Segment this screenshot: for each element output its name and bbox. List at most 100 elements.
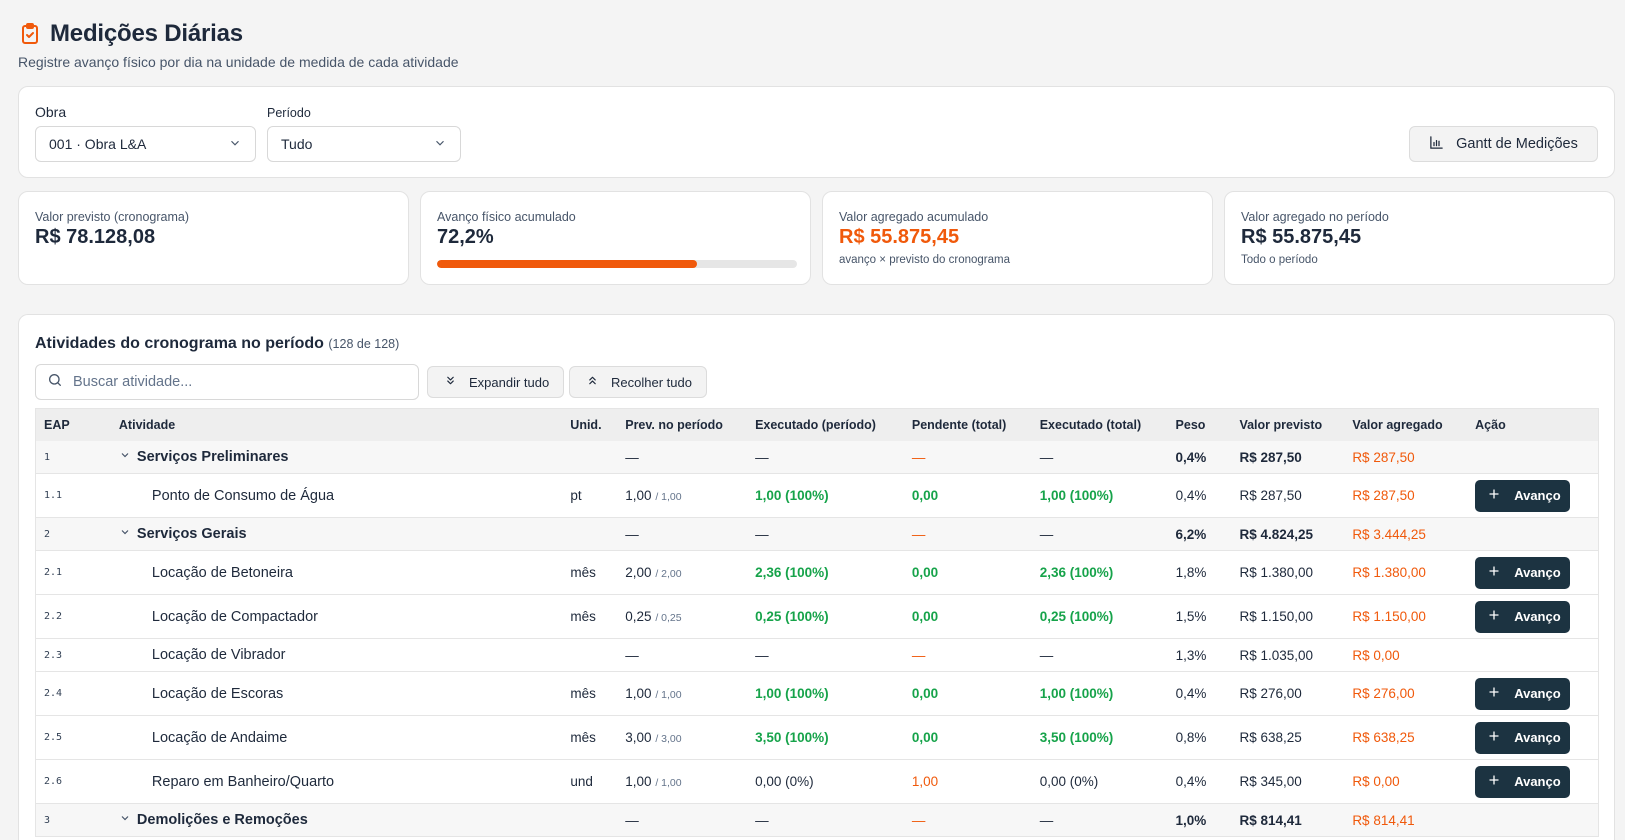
gantt-button[interactable]: Gantt de Medições xyxy=(1409,126,1598,162)
planned-value-cell: R$ 1.035,00 xyxy=(1239,647,1314,663)
avanco-button[interactable]: Avanço xyxy=(1475,765,1571,798)
unit-cell: mês xyxy=(570,730,596,745)
search-icon xyxy=(47,372,63,392)
periodo-select[interactable]: Tudo xyxy=(267,126,461,162)
eap-cell: 1.1 xyxy=(44,490,63,501)
activity-name: Locação de Escoras xyxy=(151,685,284,702)
action-cell: Avanço xyxy=(1467,677,1598,710)
kpi-note: avanço × previsto do cronograma xyxy=(839,254,1011,266)
activities-table: EAP Atividade Unid. Prev. no período Exe… xyxy=(35,408,1599,837)
prev-cell: — xyxy=(617,450,747,465)
pending-cell: — xyxy=(911,449,926,465)
plus-icon xyxy=(1488,488,1500,503)
prev-value: 1,00 xyxy=(625,488,652,503)
planned-value-cell: R$ 345,00 xyxy=(1239,774,1302,789)
collapse-all-button[interactable]: Recolher tudo xyxy=(569,366,707,398)
expand-all-label: Expandir tudo xyxy=(469,374,550,390)
kpi-label: Valor agregado no período xyxy=(1241,210,1389,224)
exec-total-cell: 1,00 (100%) xyxy=(1039,488,1114,503)
page-header: Medições Diárias Registre avanço físico … xyxy=(18,20,459,70)
table-row: 2.6 Reparo em Banheiro/Quarto und 1,00 / 1,… xyxy=(36,760,1598,804)
table-group-row[interactable]: 2 Serviços Gerais — — — — 6,2% R$ 4.824,25 R$ 3… xyxy=(36,518,1598,551)
plus-icon xyxy=(1488,565,1500,580)
weight-cell: 0,4% xyxy=(1175,488,1207,503)
table-row: 2.1 Locação de Betoneira mês 2,00 / 2,00 2,3… xyxy=(36,551,1598,595)
table-group-row[interactable]: 3 Demolições e Remoções — — — — 1,0% R$ 814,41… xyxy=(36,804,1598,837)
pending-cell: 1,00 xyxy=(911,774,939,789)
plus-icon xyxy=(1488,686,1500,701)
prev-cell: 1,00 / 1,00 xyxy=(617,488,747,503)
exec-period-cell: 3,50 (100%) xyxy=(755,730,829,745)
exec-total-cell: 0,25 (100%) xyxy=(1039,609,1114,624)
eap-cell: 2 xyxy=(44,528,51,540)
weight-cell: 0,4% xyxy=(1175,449,1207,465)
chevron-down-icon[interactable] xyxy=(119,812,131,828)
prev-cell: 3,00 / 3,00 xyxy=(617,730,747,745)
plus-icon xyxy=(1488,774,1500,789)
weight-cell: 1,8% xyxy=(1175,565,1207,580)
weight-cell: 1,5% xyxy=(1175,609,1207,624)
table-header: EAP Atividade Unid. Prev. no período Exe… xyxy=(36,409,1598,441)
avanco-progress-fill xyxy=(437,260,697,268)
filters-panel: Obra 001 · Obra L&A Período Tudo Gantt d… xyxy=(18,86,1615,178)
group-name: Serviços Preliminares xyxy=(136,449,289,465)
exec-period-cell: 0,25 (100%) xyxy=(755,609,829,624)
planned-value-cell: R$ 1.150,00 xyxy=(1239,609,1314,624)
kpi-valor-previsto: Valor previsto (cronograma) R$ 78.128,08 xyxy=(18,191,409,285)
page-subtitle: Registre avanço físico por dia na unidad… xyxy=(18,54,459,70)
activities-title: Atividades do cronograma no período (128… xyxy=(35,335,399,353)
pending-cell: 0,00 xyxy=(911,730,939,745)
prev-cell: 2,00 / 2,00 xyxy=(617,565,747,580)
table-row: 2.5 Locação de Andaime mês 3,00 / 3,00 3,50 … xyxy=(36,716,1598,760)
eap-cell: 2.2 xyxy=(44,611,63,622)
prev-cell: — xyxy=(617,813,747,828)
kpi-label: Valor agregado acumulado xyxy=(839,210,989,224)
periodo-label: Período xyxy=(267,106,311,120)
weight-cell: 1,3% xyxy=(1175,647,1207,663)
planned-value-cell: R$ 1.380,00 xyxy=(1239,565,1314,580)
avanco-button-label: Avanço xyxy=(1514,730,1561,745)
chevron-down-icon[interactable] xyxy=(119,526,131,542)
exec-period-cell: — xyxy=(755,449,769,465)
kpi-value: 72,2% xyxy=(437,226,494,248)
avanco-button[interactable]: Avanço xyxy=(1475,479,1571,512)
table-row: 2.2 Locação de Compactador mês 0,25 / 0,25 0… xyxy=(36,595,1598,639)
column-header: Executado (período) xyxy=(755,418,876,432)
prev-value: 1,00 xyxy=(625,774,652,789)
earned-value-cell: R$ 814,41 xyxy=(1352,812,1415,828)
chevrons-up-icon xyxy=(586,374,599,390)
column-header: Valor agregado xyxy=(1352,418,1443,432)
exec-period-cell: — xyxy=(755,647,769,663)
search-input[interactable]: Buscar atividade... xyxy=(35,364,419,400)
avanco-button[interactable]: Avanço xyxy=(1475,677,1571,710)
table-group-row[interactable]: 1 Serviços Preliminares — — — — 0,4% R$ 287,50… xyxy=(36,441,1598,474)
weight-cell: 1,0% xyxy=(1175,812,1207,828)
column-header: Peso xyxy=(1175,418,1206,432)
chevrons-down-icon xyxy=(444,374,457,390)
prev-total: / 1,00 xyxy=(655,689,682,701)
earned-value-cell: R$ 276,00 xyxy=(1352,686,1415,701)
exec-period-cell: — xyxy=(755,526,769,542)
kpi-avanco-fisico: Avanço físico acumulado 72,2% xyxy=(420,191,811,285)
column-header: Valor previsto xyxy=(1239,418,1323,432)
prev-value: — xyxy=(625,526,639,542)
activity-name: Reparo em Banheiro/Quarto xyxy=(151,773,335,790)
earned-value-cell: R$ 287,50 xyxy=(1352,449,1415,465)
exec-total-cell: 2,36 (100%) xyxy=(1039,565,1114,580)
avanco-button[interactable]: Avanço xyxy=(1475,556,1571,589)
activity-name: Locação de Compactador xyxy=(151,608,318,625)
weight-cell: 0,4% xyxy=(1175,774,1207,789)
activity-cell: Serviços Preliminares xyxy=(111,449,562,465)
prev-cell: 1,00 / 1,00 xyxy=(617,686,747,701)
avanco-button[interactable]: Avanço xyxy=(1475,721,1571,754)
earned-value-cell: R$ 1.380,00 xyxy=(1352,565,1426,580)
action-cell: Avanço xyxy=(1467,556,1598,589)
chevron-down-icon[interactable] xyxy=(119,449,131,465)
eap-cell: 3 xyxy=(44,814,51,826)
prev-value: — xyxy=(625,812,639,828)
kpi-label: Avanço físico acumulado xyxy=(437,210,576,224)
avanco-button[interactable]: Avanço xyxy=(1475,600,1571,633)
obra-select[interactable]: 001 · Obra L&A xyxy=(35,126,256,162)
kpi-value: R$ 55.875,45 xyxy=(1241,226,1362,248)
expand-all-button[interactable]: Expandir tudo xyxy=(427,366,565,398)
